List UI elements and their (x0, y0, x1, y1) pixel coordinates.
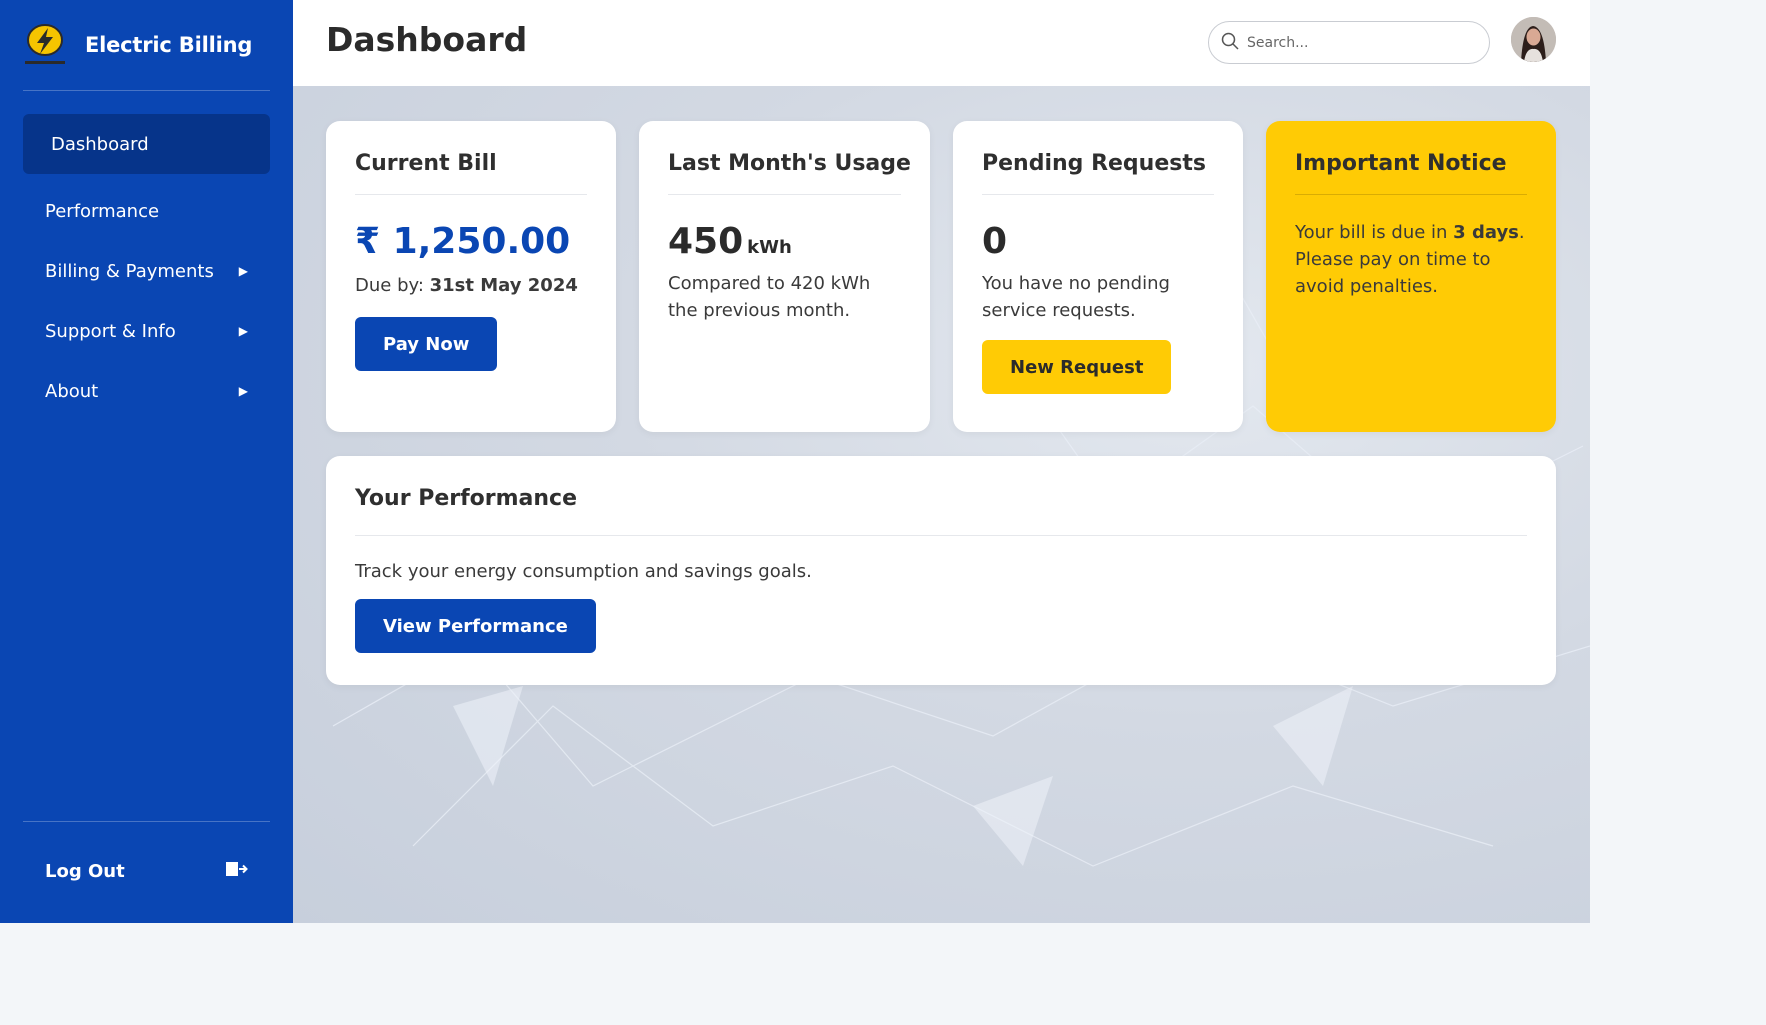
main-content: Dashboard Cur (293, 0, 1590, 923)
card-title: Pending Requests (982, 151, 1214, 195)
card-title: Important Notice (1295, 151, 1527, 195)
sidebar-nav: Dashboard Performance Billing & Payments… (23, 114, 270, 421)
pending-count: 0 (982, 221, 1008, 262)
caret-right-icon: ▶ (238, 384, 248, 398)
performance-card: Your Performance Track your energy consu… (326, 456, 1556, 685)
notice-highlight: 3 days (1453, 222, 1519, 243)
card-title: Current Bill (355, 151, 587, 195)
sidebar-item-about[interactable]: About ▶ (23, 361, 270, 421)
new-request-button[interactable]: New Request (982, 340, 1172, 394)
logout-button[interactable]: Log Out (23, 841, 270, 901)
top-bar: Dashboard (293, 0, 1590, 86)
brand[interactable]: Electric Billing (23, 22, 252, 68)
search-input[interactable] (1247, 34, 1467, 51)
due-label: Due by: (355, 275, 430, 296)
sidebar-divider (23, 821, 270, 822)
lightning-logo-icon (23, 22, 67, 68)
card-title: Last Month's Usage (668, 151, 911, 195)
sidebar-item-label: About (45, 380, 99, 402)
sidebar: Electric Billing Dashboard Performance B… (0, 0, 293, 923)
page-title: Dashboard (326, 20, 528, 59)
notice-text: Your bill is due in 3 days. Please pay o… (1295, 219, 1527, 300)
logout-icon (226, 861, 248, 882)
search-box[interactable] (1208, 21, 1490, 64)
important-notice-card: Important Notice Your bill is due in 3 d… (1266, 121, 1556, 432)
notice-text-start: Your bill is due in (1295, 222, 1454, 243)
view-performance-button[interactable]: View Performance (355, 599, 596, 653)
current-bill-card: Current Bill ₹ 1,250.00 Due by: 31st May… (326, 121, 616, 432)
caret-right-icon: ▶ (238, 264, 248, 278)
sidebar-item-label: Dashboard (51, 133, 149, 155)
logout-label: Log Out (45, 860, 125, 882)
sidebar-item-label: Support & Info (45, 320, 176, 342)
app: Electric Billing Dashboard Performance B… (0, 0, 1590, 923)
sidebar-item-support-info[interactable]: Support & Info ▶ (23, 301, 270, 361)
performance-desc: Track your energy consumption and saving… (355, 561, 812, 582)
usage-card: Last Month's Usage 450 kWh Compared to 42… (639, 121, 930, 432)
card-title: Your Performance (355, 486, 1527, 536)
usage-comparison: Compared to 420 kWh the previous month. (668, 273, 871, 321)
sidebar-item-billing-payments[interactable]: Billing & Payments ▶ (23, 241, 270, 301)
sidebar-item-label: Performance (45, 200, 160, 222)
due-date-line: Due by: 31st May 2024 (355, 272, 587, 299)
usage-value: 450 kWh (668, 221, 901, 262)
search-icon (1221, 32, 1239, 54)
avatar[interactable] (1511, 17, 1556, 62)
bill-amount: ₹ 1,250.00 (355, 221, 571, 262)
pending-requests-card: Pending Requests 0 You have no pending s… (953, 121, 1243, 432)
sidebar-item-label: Billing & Payments (45, 260, 214, 282)
pending-desc: You have no pending service requests. (982, 273, 1170, 321)
due-date: 31st May 2024 (429, 275, 578, 296)
usage-unit: kWh (747, 237, 792, 258)
sidebar-divider (23, 90, 270, 91)
usage-number: 450 (668, 221, 744, 262)
sidebar-item-performance[interactable]: Performance (23, 181, 270, 241)
caret-right-icon: ▶ (238, 324, 248, 338)
pay-now-button[interactable]: Pay Now (355, 317, 498, 371)
sidebar-item-dashboard[interactable]: Dashboard (23, 114, 270, 174)
brand-name: Electric Billing (85, 33, 253, 57)
